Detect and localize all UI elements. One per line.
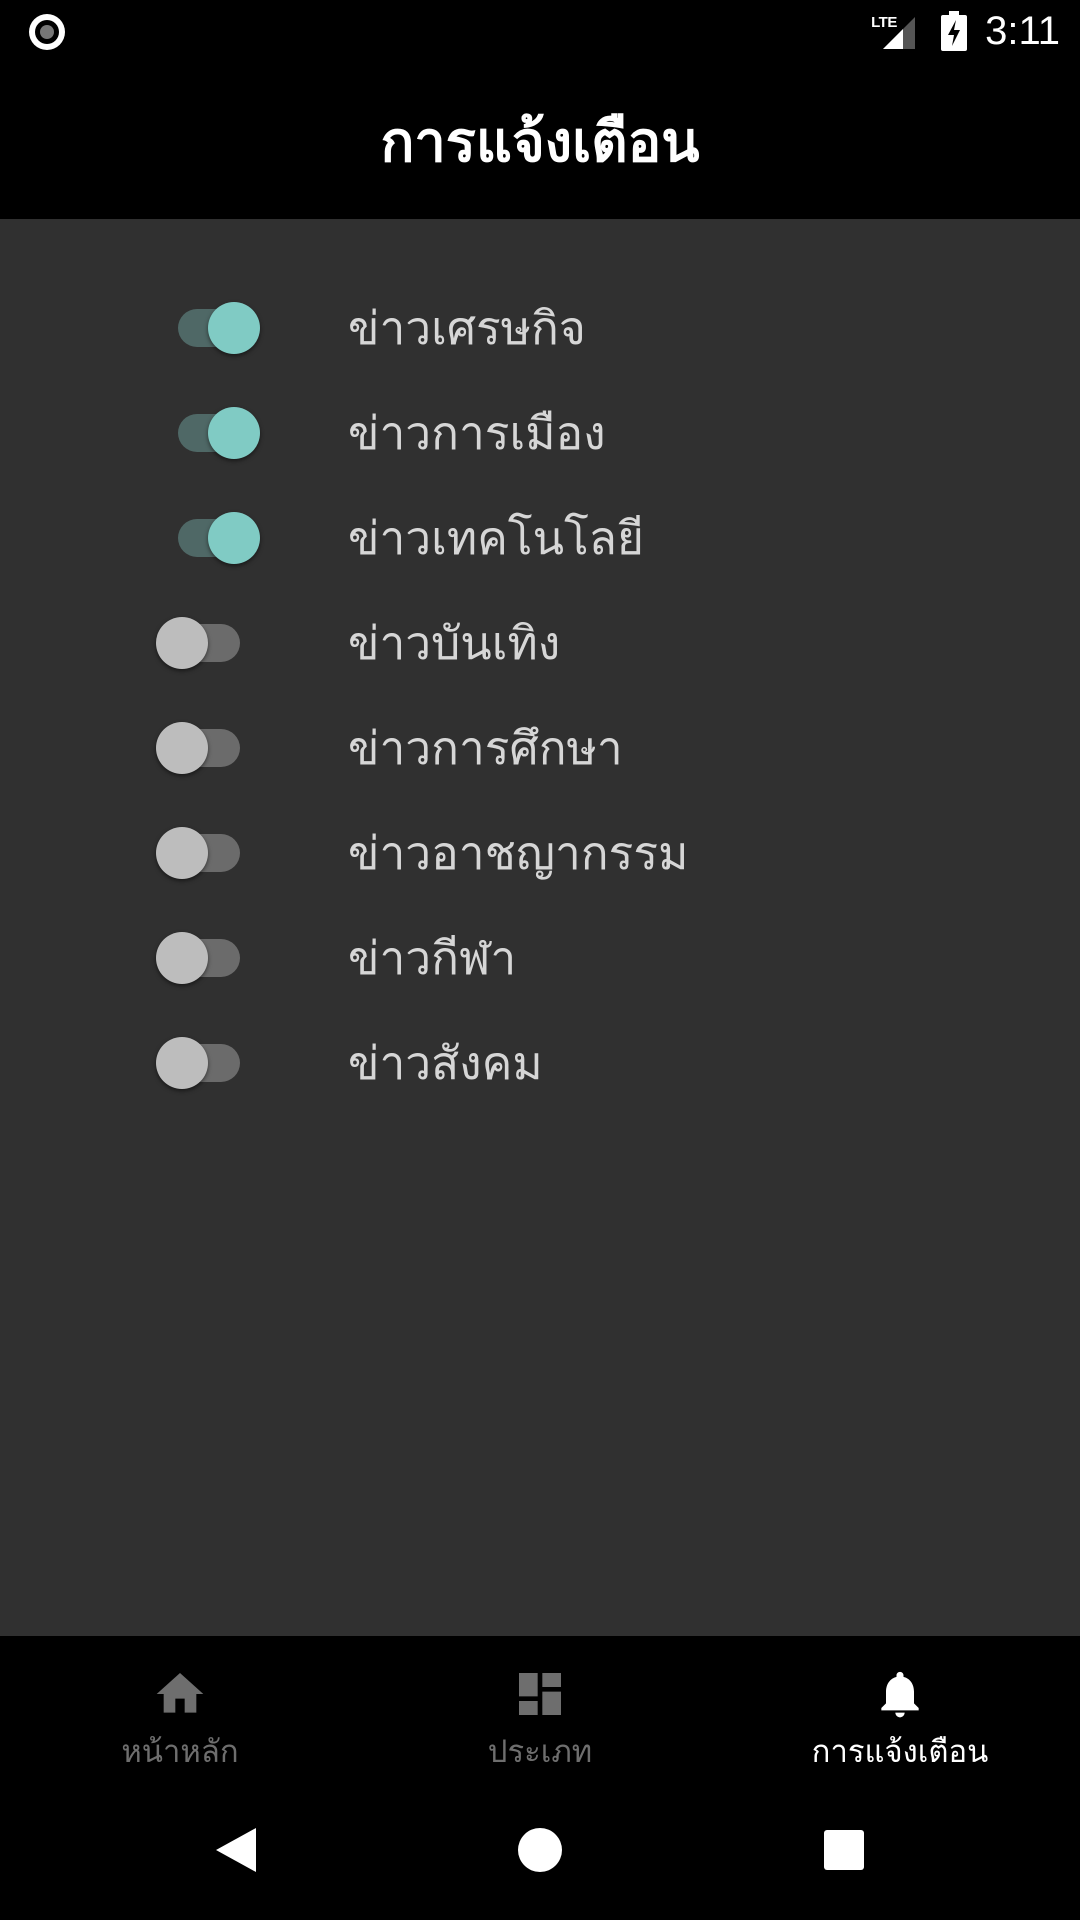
nav-item-category[interactable]: ประเภท (360, 1636, 720, 1780)
switch-thumb (208, 407, 260, 459)
setting-label: ข่าวการศึกษา (348, 721, 623, 775)
setting-row-entertainment[interactable]: ข่าวบันเทิง (0, 591, 1080, 696)
page-title: การแจ้งเตือน (380, 109, 700, 175)
setting-label: ข่าวเศรษกิจ (348, 301, 586, 355)
switch-thumb (156, 1037, 208, 1089)
record-icon (29, 14, 65, 50)
status-bar: LTE 3:11 (0, 0, 1080, 63)
dashboard-icon (519, 1673, 561, 1715)
setting-row-society[interactable]: ข่าวสังคม (0, 1011, 1080, 1116)
setting-row-crime[interactable]: ข่าวอาชญากรรม (0, 801, 1080, 906)
switch-thumb (208, 302, 260, 354)
setting-label: ข่าวอาชญากรรม (348, 826, 689, 880)
setting-row-politics[interactable]: ข่าวการเมือง (0, 381, 1080, 486)
nav-item-home[interactable]: หน้าหลัก (0, 1636, 360, 1780)
app-root: LTE 3:11 การแจ้งเตือน ข่าวเศรษกิจ ข่าวกา… (0, 0, 1080, 1920)
switch-thumb (156, 932, 208, 984)
status-time: 3:11 (985, 8, 1060, 53)
bell-icon (881, 1671, 919, 1718)
toggle-switch[interactable] (156, 276, 260, 381)
toggle-switch[interactable] (156, 696, 260, 801)
recents-icon[interactable] (808, 1814, 880, 1886)
back-icon[interactable] (200, 1814, 272, 1886)
switch-thumb (208, 512, 260, 564)
nav-item-notifications[interactable]: การแจ้งเตือน (720, 1636, 1080, 1780)
nav-label: หน้าหลัก (121, 1734, 239, 1770)
home-icon (156, 1673, 204, 1713)
toggle-switch[interactable] (156, 801, 260, 906)
setting-label: ข่าวการเมือง (348, 406, 606, 460)
switch-thumb (156, 827, 208, 879)
app-bar: การแจ้งเตือน (0, 63, 1080, 219)
home-circle-icon[interactable] (504, 1814, 576, 1886)
setting-label: ข่าวเทคโนโลยี (348, 511, 644, 565)
setting-row-education[interactable]: ข่าวการศึกษา (0, 696, 1080, 801)
nav-label: การแจ้งเตือน (811, 1734, 989, 1770)
setting-label: ข่าวกีฬา (348, 931, 517, 985)
battery-charging-icon (941, 11, 968, 51)
notification-settings-list: ข่าวเศรษกิจ ข่าวการเมือง ข่าวเทคโนโลยี ข… (0, 219, 1080, 1636)
toggle-switch[interactable] (156, 591, 260, 696)
setting-row-technology[interactable]: ข่าวเทคโนโลยี (0, 486, 1080, 591)
setting-label: ข่าวบันเทิง (348, 616, 561, 670)
switch-thumb (156, 617, 208, 669)
setting-label: ข่าวสังคม (348, 1036, 543, 1090)
lte-signal-icon: LTE (871, 11, 921, 51)
status-icons: LTE 3:11 (871, 6, 1060, 56)
toggle-switch[interactable] (156, 906, 260, 1011)
toggle-switch[interactable] (156, 486, 260, 591)
bottom-navigation: หน้าหลัก ประเภท การแจ้งเตือน (0, 1636, 1080, 1780)
toggle-switch[interactable] (156, 381, 260, 486)
setting-row-economy[interactable]: ข่าวเศรษกิจ (0, 276, 1080, 381)
switch-thumb (156, 722, 208, 774)
nav-label: ประเภท (487, 1734, 593, 1770)
system-navigation-bar (0, 1780, 1080, 1920)
setting-row-sports[interactable]: ข่าวกีฬา (0, 906, 1080, 1011)
toggle-switch[interactable] (156, 1011, 260, 1116)
